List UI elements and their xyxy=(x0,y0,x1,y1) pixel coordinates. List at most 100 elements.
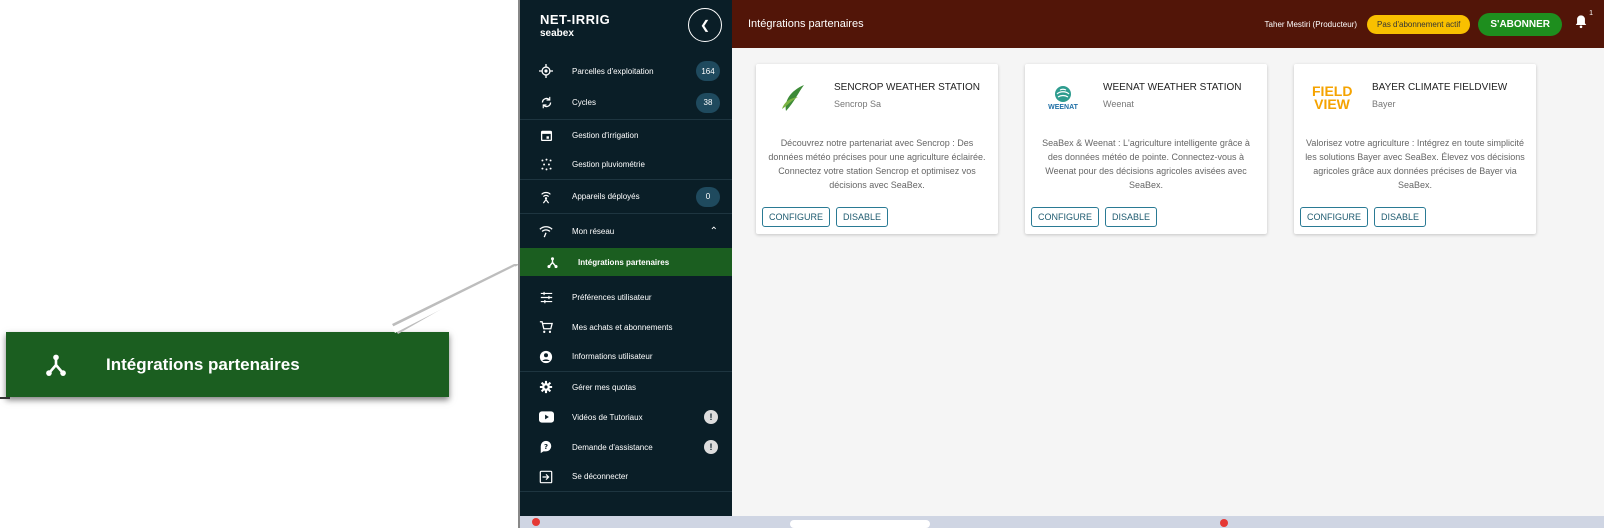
collapse-sidebar-button[interactable]: ❮ xyxy=(688,8,722,42)
taskbar-strip xyxy=(520,516,1604,528)
card-actions: CONFIGURE DISABLE xyxy=(1300,207,1427,227)
calendar-icon xyxy=(534,129,558,142)
sidebar-item-label: Gérer mes quotas xyxy=(572,382,637,392)
sidebar-item-pluviometrie[interactable]: Gestion pluviométrie xyxy=(520,150,732,180)
subscription-status-badge: Pas d'abonnement actif xyxy=(1367,14,1471,34)
card-header: SENCROP WEATHER STATION Sencrop Sa xyxy=(774,78,980,118)
card-actions: CONFIGURE DISABLE xyxy=(1031,207,1158,227)
disable-button[interactable]: DISABLE xyxy=(836,207,889,227)
sidebar-item-cycles[interactable]: Cycles 38 xyxy=(520,86,732,120)
sidebar-item-label: Se déconnecter xyxy=(572,472,629,481)
sidebar-item-preferences[interactable]: Préférences utilisateur xyxy=(520,282,732,312)
youtube-icon xyxy=(534,411,558,423)
fieldview-logo-icon: FIELD VIEW xyxy=(1312,78,1352,118)
sidebar-item-logout[interactable]: Se déconnecter xyxy=(520,462,732,492)
card-subtitle: Bayer xyxy=(1372,99,1396,109)
alert-icon: ! xyxy=(704,440,718,454)
sidebar-item-parcelles[interactable]: Parcelles d'exploitation 164 xyxy=(520,56,732,86)
bell-icon xyxy=(1574,15,1588,33)
card-title: BAYER CLIMATE FIELDVIEW xyxy=(1372,82,1508,93)
zoom-callout: Intégrations partenaires xyxy=(6,332,449,397)
card-description: Découvrez notre partenariat avec Sencrop… xyxy=(768,138,986,190)
card-description: Valorisez votre agriculture : Intégrez e… xyxy=(1305,138,1525,190)
brand-name: NET-IRRIG xyxy=(540,12,611,27)
sidebar-item-label: Cycles xyxy=(572,98,597,107)
partner-card-weenat: WEENAT WEENAT WEATHER STATION Weenat Sea… xyxy=(1025,64,1267,234)
screenshot: Intégrations partenaires NET-IRRIG seabe… xyxy=(0,0,1604,528)
notifications-button[interactable]: 1 xyxy=(1574,10,1593,34)
subscribe-button[interactable]: S'ABONNER xyxy=(1478,12,1562,36)
card-actions: CONFIGURE DISABLE xyxy=(762,207,889,227)
count-badge: 38 xyxy=(696,92,720,113)
logout-icon xyxy=(534,470,558,484)
taskbar-search[interactable] xyxy=(790,520,930,528)
sidebar-item-label: Mes achats et abonnements xyxy=(572,322,673,332)
sidebar-item-label: Gestion pluviométrie xyxy=(572,160,645,169)
rain-icon xyxy=(534,158,558,171)
gear-icon xyxy=(534,380,558,394)
target-icon xyxy=(534,64,558,78)
card-header: WEENAT WEENAT WEATHER STATION Weenat xyxy=(1043,78,1242,118)
partner-card-sencrop: SENCROP WEATHER STATION Sencrop Sa Décou… xyxy=(756,64,998,234)
sidebar-item-irrigation[interactable]: Gestion d'irrigation xyxy=(520,120,732,150)
antenna-icon xyxy=(534,190,558,204)
sencrop-logo-icon xyxy=(774,78,814,118)
configure-button[interactable]: CONFIGURE xyxy=(1300,207,1368,227)
app-dot-icon xyxy=(532,518,540,526)
sidebar-nav: Parcelles d'exploitation 164 Cycles 38 G… xyxy=(520,56,732,492)
sidebar-item-label: Demande d'assistance xyxy=(572,442,653,452)
app-window: NET-IRRIG seabex ❮ Parcelles d'exploitat… xyxy=(518,0,1604,528)
weenat-logo-icon: WEENAT xyxy=(1043,78,1083,118)
sidebar-item-label: Appareils déployés xyxy=(572,192,640,201)
account-circle-icon xyxy=(534,350,558,364)
card-subtitle: Weenat xyxy=(1103,99,1134,109)
alert-icon: ! xyxy=(704,410,718,424)
wifi-icon xyxy=(534,224,558,238)
partner-card-bayer: FIELD VIEW BAYER CLIMATE FIELDVIEW Bayer… xyxy=(1294,64,1536,234)
count-badge: 164 xyxy=(696,61,720,81)
card-header: FIELD VIEW BAYER CLIMATE FIELDVIEW Bayer xyxy=(1312,78,1507,118)
configure-button[interactable]: CONFIGURE xyxy=(762,207,830,227)
hub-icon xyxy=(540,256,564,269)
configure-button[interactable]: CONFIGURE xyxy=(1031,207,1099,227)
help-icon: ? xyxy=(534,440,558,454)
sidebar-item-assistance[interactable]: ? Demande d'assistance ! xyxy=(520,432,732,462)
disable-button[interactable]: DISABLE xyxy=(1374,207,1427,227)
card-description: SeaBex & Weenat : L'agriculture intellig… xyxy=(1042,138,1250,190)
callout-underline xyxy=(0,397,10,399)
cart-icon xyxy=(534,320,558,334)
app-dot-icon xyxy=(1220,519,1228,527)
sidebar-item-label: Intégrations partenaires xyxy=(578,257,670,267)
tune-icon xyxy=(534,291,558,304)
sidebar-item-label: Préférences utilisateur xyxy=(572,292,652,302)
chevron-left-icon: ❮ xyxy=(699,18,711,32)
card-subtitle: Sencrop Sa xyxy=(834,99,882,109)
sidebar-item-label: Informations utilisateur xyxy=(572,352,653,361)
weenat-logo-text: WEENAT xyxy=(1048,104,1078,111)
top-bar: Intégrations partenaires Taher Mestiri (… xyxy=(732,0,1604,48)
chevron-up-icon: ⌃ xyxy=(709,225,718,237)
svg-text:?: ? xyxy=(544,443,548,451)
disable-button[interactable]: DISABLE xyxy=(1105,207,1158,227)
card-title: WEENAT WEATHER STATION xyxy=(1103,82,1242,93)
sync-icon xyxy=(534,96,558,109)
sidebar-item-appareils[interactable]: Appareils déployés 0 xyxy=(520,180,732,214)
sidebar-item-label: Parcelles d'exploitation xyxy=(572,66,654,76)
sidebar: NET-IRRIG seabex ❮ Parcelles d'exploitat… xyxy=(520,0,732,516)
sidebar-item-videos[interactable]: Vidéos de Tutoriaux ! xyxy=(520,402,732,432)
user-name: Taher Mestiri (Producteur) xyxy=(1264,19,1358,29)
sidebar-item-achats[interactable]: Mes achats et abonnements xyxy=(520,312,732,342)
sidebar-item-label: Gestion d'irrigation xyxy=(572,130,639,140)
sidebar-item-label: Vidéos de Tutoriaux xyxy=(572,412,643,422)
count-badge: 0 xyxy=(696,186,720,207)
main-content: SENCROP WEATHER STATION Sencrop Sa Décou… xyxy=(732,48,1604,516)
sidebar-item-mon-reseau[interactable]: Mon réseau ⌃ xyxy=(520,214,732,248)
sidebar-item-quotas[interactable]: Gérer mes quotas xyxy=(520,372,732,402)
sidebar-item-integrations[interactable]: Intégrations partenaires xyxy=(520,248,732,276)
fieldview-logo-text: FIELD VIEW xyxy=(1312,83,1353,112)
page-title: Intégrations partenaires xyxy=(748,18,864,30)
notification-count: 1 xyxy=(1589,10,1593,17)
sidebar-item-label: Mon réseau xyxy=(572,226,615,236)
sidebar-item-informations[interactable]: Informations utilisateur xyxy=(520,342,732,372)
card-title: SENCROP WEATHER STATION xyxy=(834,82,980,93)
